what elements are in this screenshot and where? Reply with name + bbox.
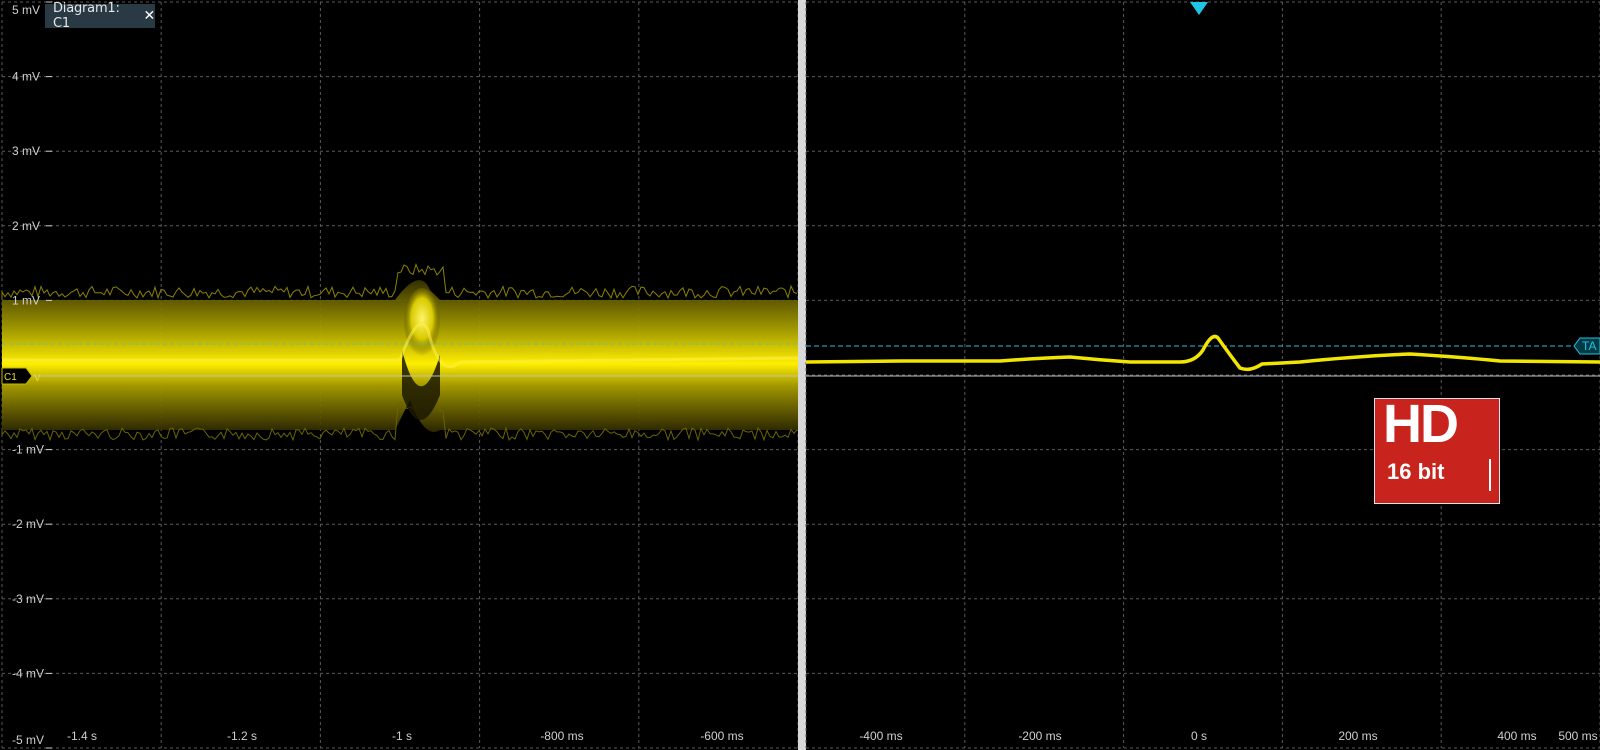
- x-axis-label: 0 s: [1191, 729, 1207, 743]
- y-axis-label: -5 mV: [12, 733, 44, 747]
- hd-badge-text: HD: [1383, 394, 1459, 454]
- diagram-tab-label: Diagram1: C1: [53, 1, 120, 31]
- hd-badge-bits: 16 bit: [1387, 459, 1445, 484]
- left-panel[interactable]: C1 V 5 mV 4 mV 3 mV 2 mV 1 mV -1 mV -2 mV -3 mV…: [0, 0, 799, 750]
- hd-16bit-badge: HD 16 bit: [1374, 394, 1500, 504]
- y-axis-label: 2 mV: [12, 219, 40, 233]
- y-axis-label: 3 mV: [12, 144, 40, 158]
- x-axis-label: -1.4 s: [67, 729, 97, 743]
- x-axis-label: -200 ms: [1018, 729, 1061, 743]
- oscilloscope-display[interactable]: C1 V 5 mV 4 mV 3 mV 2 mV 1 mV -1 mV -2 mV -3 mV…: [0, 0, 1600, 750]
- y-axis-label: -3 mV: [12, 592, 44, 606]
- x-axis-label: 200 ms: [1338, 729, 1377, 743]
- x-axis-label: 500 ms: [1558, 729, 1597, 743]
- x-axis-label: 400 ms: [1497, 729, 1536, 743]
- channel-marker-suffix: V: [34, 373, 41, 384]
- trigger-level-label: TA: [1582, 339, 1596, 353]
- x-axis-label: -1 s: [392, 729, 412, 743]
- x-axis-label: -800 ms: [540, 729, 583, 743]
- panel-divider[interactable]: [798, 0, 806, 750]
- right-panel[interactable]: TA -400 ms -200 ms 0 s 200 ms 400 ms 500 ms: [805, 0, 1600, 750]
- x-axis-label: -600 ms: [700, 729, 743, 743]
- trigger-level-marker[interactable]: TA: [1573, 337, 1600, 355]
- x-axis-label: -400 ms: [859, 729, 902, 743]
- y-axis-label: -2 mV: [12, 517, 44, 531]
- x-axis-label: -1.2 s: [227, 729, 257, 743]
- y-axis-label: 5 mV: [12, 3, 40, 17]
- y-axis-label: 4 mV: [12, 70, 40, 84]
- diagram-tab[interactable]: Diagram1: C1 ✕: [45, 1, 155, 31]
- y-axis-label: -1 mV: [12, 443, 44, 457]
- channel-marker-label: C1: [4, 372, 17, 383]
- y-axis-label: 1 mV: [12, 293, 40, 307]
- pulse-highlight: [404, 288, 440, 356]
- y-axis-label: -4 mV: [12, 666, 44, 680]
- close-icon[interactable]: ✕: [143, 8, 155, 24]
